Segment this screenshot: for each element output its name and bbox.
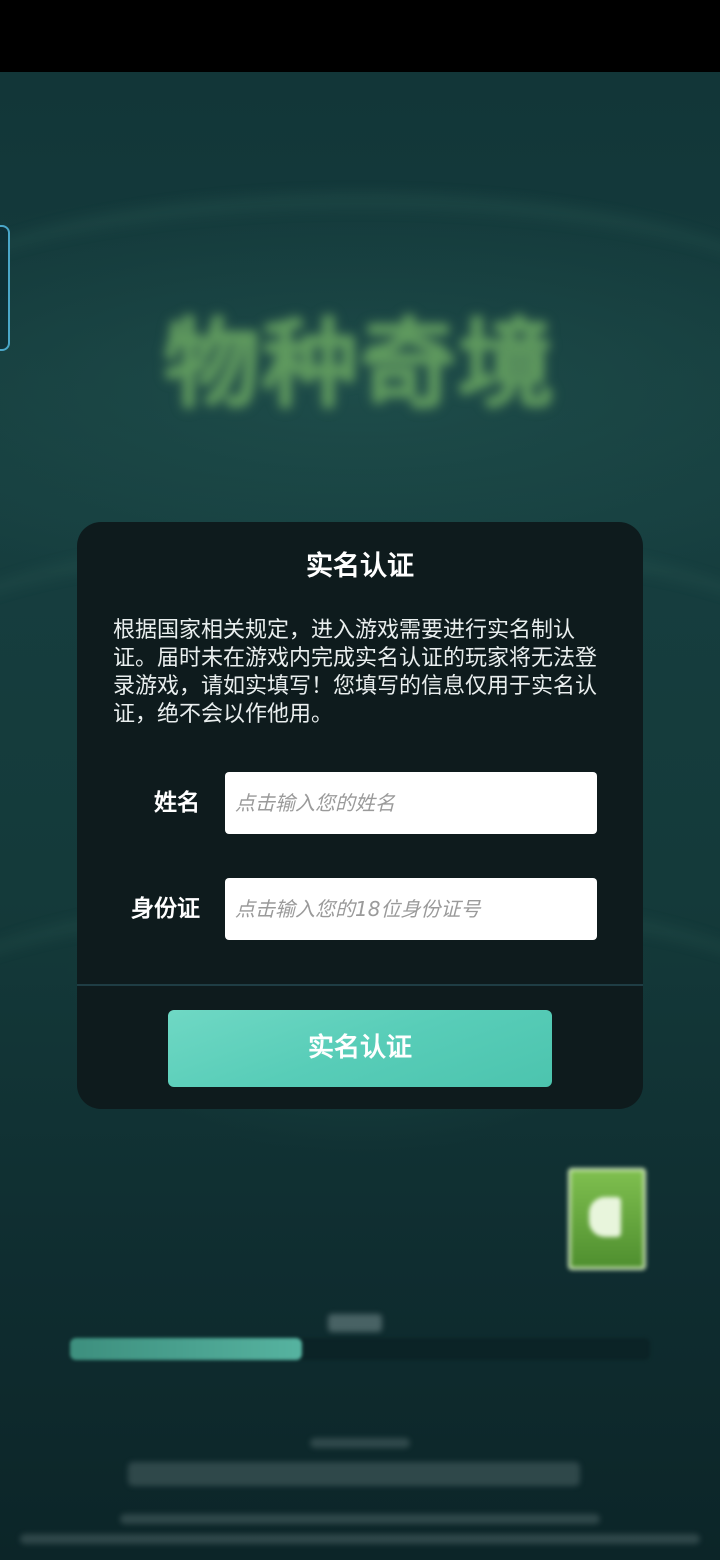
loading-progress-bar [70, 1338, 650, 1360]
name-label: 姓名 [154, 790, 200, 816]
name-input[interactable] [225, 772, 597, 834]
submit-verification-button[interactable]: 实名认证 [168, 1010, 552, 1087]
dialog-notice: 根据国家相关规定，进入游戏需要进行实名制认证。届时未在游戏内完成实名认证的玩家将… [113, 618, 598, 727]
footer-text [128, 1462, 580, 1486]
footer-text [120, 1514, 600, 1524]
loading-progress-fill [70, 1338, 302, 1360]
id-card-label: 身份证 [131, 896, 200, 922]
game-logo: 物种奇境 [164, 309, 556, 421]
age-rating-badge [568, 1168, 646, 1270]
age-rating-icon [589, 1197, 621, 1237]
loading-label [328, 1314, 382, 1332]
id-card-input[interactable] [225, 878, 597, 940]
dialog-title: 实名认证 [306, 551, 414, 582]
side-drawer-tab[interactable] [0, 225, 10, 351]
footer-text [20, 1534, 700, 1544]
status-bar [0, 0, 720, 72]
footer-text [310, 1438, 410, 1448]
dialog-divider [77, 984, 643, 986]
